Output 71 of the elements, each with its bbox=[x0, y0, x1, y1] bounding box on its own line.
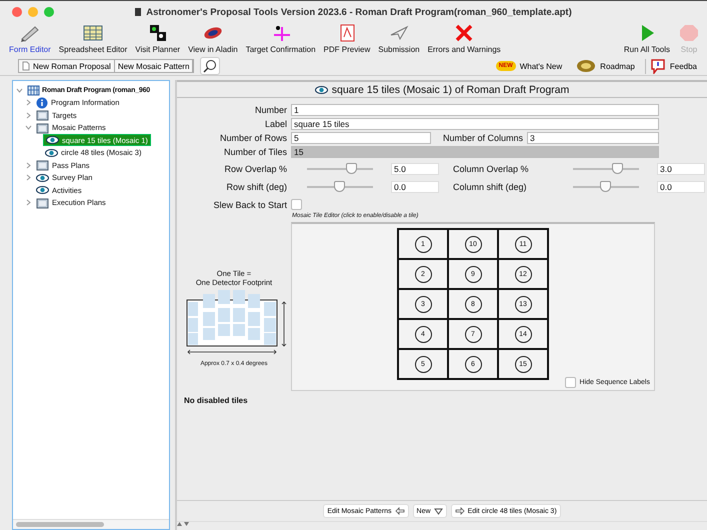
search-button[interactable] bbox=[200, 57, 220, 75]
eye-icon bbox=[45, 148, 58, 158]
toolbar-button[interactable]: Submission bbox=[375, 23, 423, 54]
value-field[interactable]: 0.0 bbox=[391, 181, 439, 193]
checkbox[interactable] bbox=[291, 199, 302, 210]
spreadsheet-icon bbox=[82, 23, 104, 43]
new-button[interactable]: New Mosaic Pattern bbox=[114, 60, 194, 72]
compass-icon bbox=[576, 59, 596, 73]
field-label: Column Overlap % bbox=[452, 164, 530, 174]
link-button[interactable]: Feedba bbox=[644, 58, 701, 74]
readonly-field: 15 bbox=[291, 146, 659, 158]
scrollbar-thumb[interactable] bbox=[16, 522, 104, 527]
toolbar-button[interactable]: Target Confirmation bbox=[242, 23, 319, 54]
left-arrow-icon bbox=[394, 507, 405, 515]
document-icon bbox=[135, 8, 142, 16]
speech-bubble-icon bbox=[650, 58, 666, 74]
caret-icon bbox=[434, 508, 443, 514]
toolbar-button[interactable]: Visit Planner bbox=[132, 23, 184, 54]
slider[interactable] bbox=[307, 163, 373, 175]
field-label: Slew Back to Start bbox=[212, 200, 287, 210]
split-arrows-icon[interactable] bbox=[177, 522, 189, 527]
window-title: Astronomer's Proposal Tools Version 2023.6 - Roman Draft Program(roman_960_template.apt) bbox=[146, 6, 572, 18]
toolbar-button[interactable]: Form Editor bbox=[6, 23, 54, 54]
toolbar-button[interactable]: PDF Preview bbox=[320, 23, 374, 54]
toolbar-button[interactable]: Errors and Warnings bbox=[424, 23, 504, 54]
stop-icon bbox=[678, 23, 700, 43]
right-arrow-icon bbox=[454, 507, 465, 515]
field-label: Number of Columns bbox=[442, 133, 523, 143]
folder-icon bbox=[36, 196, 49, 209]
field-label: Column shift (deg) bbox=[452, 182, 528, 192]
field-label: Label bbox=[264, 119, 287, 129]
info-icon bbox=[36, 96, 48, 109]
value-field[interactable]: 3.0 bbox=[657, 163, 705, 175]
slider-thumb[interactable] bbox=[346, 163, 357, 174]
input-field[interactable]: 3 bbox=[527, 132, 659, 144]
input-field[interactable]: 1 bbox=[291, 104, 659, 116]
input-field[interactable]: 5 bbox=[291, 132, 431, 144]
slider[interactable] bbox=[573, 163, 639, 175]
status-note: No disabled tiles bbox=[184, 396, 248, 405]
slider[interactable] bbox=[307, 181, 373, 193]
toolbar-button[interactable]: Spreadsheet Editor bbox=[56, 23, 130, 54]
eye-icon bbox=[314, 84, 328, 94]
building-icon bbox=[27, 84, 40, 96]
slider-thumb[interactable] bbox=[334, 181, 345, 192]
field-label: Row Overlap % bbox=[223, 164, 287, 174]
eye-icon bbox=[36, 185, 49, 196]
value-field[interactable]: 0.0 bbox=[657, 181, 705, 193]
zoom-button[interactable] bbox=[44, 7, 54, 17]
search-icon bbox=[203, 59, 218, 73]
toolbar-button[interactable]: Run All Tools bbox=[620, 23, 673, 54]
field-label: Number of Rows bbox=[218, 133, 287, 143]
field-label: Number of Tiles bbox=[222, 147, 287, 157]
eye-icon bbox=[36, 172, 49, 183]
folder-icon bbox=[36, 122, 49, 134]
new-button[interactable]: New Roman Proposal bbox=[19, 60, 115, 72]
field-label: Row shift (deg) bbox=[225, 182, 287, 192]
editor-title: square 15 tiles (Mosaic 1) of Roman Draft Program bbox=[332, 84, 570, 96]
value-field[interactable]: 5.0 bbox=[391, 163, 439, 175]
toolbar-button[interactable]: View in Aladin bbox=[185, 23, 241, 54]
input-field[interactable]: square 15 tiles bbox=[291, 118, 659, 130]
slider[interactable] bbox=[573, 181, 639, 193]
link-button[interactable]: Roadmap bbox=[572, 59, 639, 73]
minimize-button[interactable] bbox=[28, 7, 38, 17]
folder-icon bbox=[36, 109, 49, 122]
folder-icon bbox=[36, 159, 49, 172]
slider-thumb[interactable] bbox=[612, 163, 623, 174]
eye-icon bbox=[46, 135, 59, 146]
slider-thumb[interactable] bbox=[600, 181, 611, 192]
close-button[interactable] bbox=[12, 7, 22, 17]
field-label: Number bbox=[254, 105, 287, 115]
checkbox[interactable] bbox=[564, 377, 576, 388]
